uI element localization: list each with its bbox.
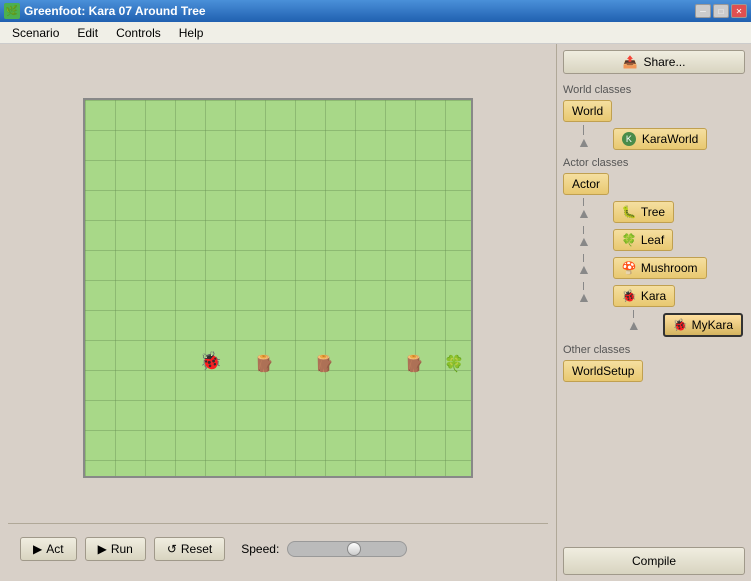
share-button[interactable]: 📤 Share... (563, 50, 745, 74)
run-button[interactable]: ▶ Run (85, 537, 146, 561)
karaworld-indent: K KaraWorld (613, 125, 707, 153)
leaf-node-row: 🍀 Leaf (613, 227, 673, 253)
tree-node-icon: 🐛 (622, 205, 637, 219)
grid-overlay (85, 100, 471, 476)
speed-slider[interactable] (287, 541, 407, 557)
mykara-node-icon: 🐞 (673, 318, 688, 332)
speed-thumb[interactable] (347, 542, 361, 556)
actor-classes-tree: Actor ▲ 🐛 Tree (563, 171, 745, 340)
mushroom-row-container: ▲ 🍄 Mushroom (563, 254, 745, 282)
act-icon: ▶ (33, 542, 42, 556)
window-title: Greenfoot: Kara 07 Around Tree (24, 4, 691, 18)
menu-controls[interactable]: Controls (108, 24, 169, 42)
other-classes-label: Other classes (563, 344, 745, 356)
karaworld-row-container: ▲ K KaraWorld (563, 125, 745, 153)
other-classes-tree: WorldSetup (563, 358, 745, 384)
tree-row-container: ▲ 🐛 Tree (563, 198, 745, 226)
tree-class-node[interactable]: 🐛 Tree (613, 201, 674, 223)
reset-icon: ↺ (167, 542, 177, 556)
maximize-button[interactable]: □ (713, 4, 729, 18)
act-button[interactable]: ▶ Act (20, 537, 77, 561)
kara-indent: 🐞 Kara ▲ (613, 282, 743, 340)
actor-kara[interactable]: 🐞 (197, 348, 225, 376)
mushroom-indent: 🍄 Mushroom (613, 254, 707, 282)
arrow-mushroom: ▲ (577, 262, 591, 276)
actor-tree-3[interactable]: 🪵 (400, 350, 428, 378)
leaf-indent: 🍀 Leaf (613, 226, 673, 254)
mushroom-class-node[interactable]: 🍄 Mushroom (613, 257, 707, 279)
speed-label: Speed: (241, 542, 279, 556)
worldsetup-class-node[interactable]: WorldSetup (563, 360, 643, 382)
actor-class-node[interactable]: Actor (563, 173, 609, 195)
mykara-row-container: ▲ 🐞 MyKara (613, 310, 743, 340)
actor-tree-2[interactable]: 🪵 (310, 350, 338, 378)
bottom-bar: ▶ Act ▶ Run ↺ Reset Speed: (8, 523, 548, 573)
arrow-tree: ▲ (577, 206, 591, 220)
arrow-leaf: ▲ (577, 234, 591, 248)
actor-leaf[interactable]: 🍀 (440, 350, 468, 378)
share-icon: 📤 (623, 55, 638, 69)
leaf-connector: ▲ (577, 226, 591, 248)
actor-tree-1[interactable]: 🪵 (250, 350, 278, 378)
kara-row-container: ▲ 🐞 Kara ▲ (563, 282, 745, 340)
arrow-mykara: ▲ (627, 318, 641, 332)
kara-node-row: 🐞 Kara (613, 283, 743, 309)
world-canvas[interactable]: 🐞 🪵 🪵 🪵 🍀 (83, 98, 473, 478)
mushroom-node-row: 🍄 Mushroom (613, 255, 707, 281)
mykara-node-row: 🐞 MyKara (663, 311, 743, 339)
minimize-button[interactable]: ─ (695, 4, 711, 18)
karaworld-icon: K (622, 132, 636, 146)
mykara-indent: 🐞 MyKara (663, 310, 743, 340)
main-content: 🐞 🪵 🪵 🪵 🍀 ▶ Act ▶ Run ↺ Reset Speed: (0, 44, 751, 581)
actor-classes-label: Actor classes (563, 157, 745, 169)
menu-scenario[interactable]: Scenario (4, 24, 67, 42)
world-classes-tree: World ▲ K KaraWorld (563, 98, 745, 153)
world-node-row: World (563, 98, 745, 124)
tree-node-row: 🐛 Tree (613, 199, 674, 225)
mykara-connector: ▲ (627, 310, 641, 332)
karaworld-class-node[interactable]: K KaraWorld (613, 128, 707, 150)
window-controls: ─ □ ✕ (695, 4, 747, 18)
actor-node-row: Actor (563, 171, 745, 197)
world-class-node[interactable]: World (563, 100, 612, 122)
reset-button[interactable]: ↺ Reset (154, 537, 225, 561)
karaworld-node-row: K KaraWorld (613, 126, 707, 152)
tree-connector: ▲ (577, 198, 591, 220)
right-panel: 📤 Share... World classes World ▲ (556, 44, 751, 581)
classes-section: World classes World ▲ K (563, 80, 745, 541)
mushroom-connector: ▲ (577, 254, 591, 276)
world-classes-label: World classes (563, 84, 745, 96)
close-button[interactable]: ✕ (731, 4, 747, 18)
compile-button[interactable]: Compile (563, 547, 745, 575)
left-panel: 🐞 🪵 🪵 🪵 🍀 ▶ Act ▶ Run ↺ Reset Speed: (0, 44, 556, 581)
app-icon: 🌿 (4, 3, 20, 19)
arrow-karaworld: ▲ (577, 135, 591, 149)
kara-node-icon: 🐞 (622, 289, 637, 303)
karaworld-connector: ▲ (577, 125, 591, 149)
title-bar: 🌿 Greenfoot: Kara 07 Around Tree ─ □ ✕ (0, 0, 751, 22)
menu-help[interactable]: Help (171, 24, 212, 42)
tree-indent: 🐛 Tree (613, 198, 674, 226)
worldsetup-node-row: WorldSetup (563, 358, 745, 384)
kara-connector: ▲ (577, 282, 591, 304)
menu-bar: Scenario Edit Controls Help (0, 22, 751, 44)
arrow-kara: ▲ (577, 290, 591, 304)
leaf-row-container: ▲ 🍀 Leaf (563, 226, 745, 254)
mushroom-node-icon: 🍄 (622, 261, 637, 275)
leaf-node-icon: 🍀 (622, 233, 637, 247)
kara-class-node[interactable]: 🐞 Kara (613, 285, 675, 307)
leaf-class-node[interactable]: 🍀 Leaf (613, 229, 673, 251)
mykara-class-node[interactable]: 🐞 MyKara (663, 313, 743, 337)
menu-edit[interactable]: Edit (69, 24, 106, 42)
run-icon: ▶ (98, 542, 107, 556)
